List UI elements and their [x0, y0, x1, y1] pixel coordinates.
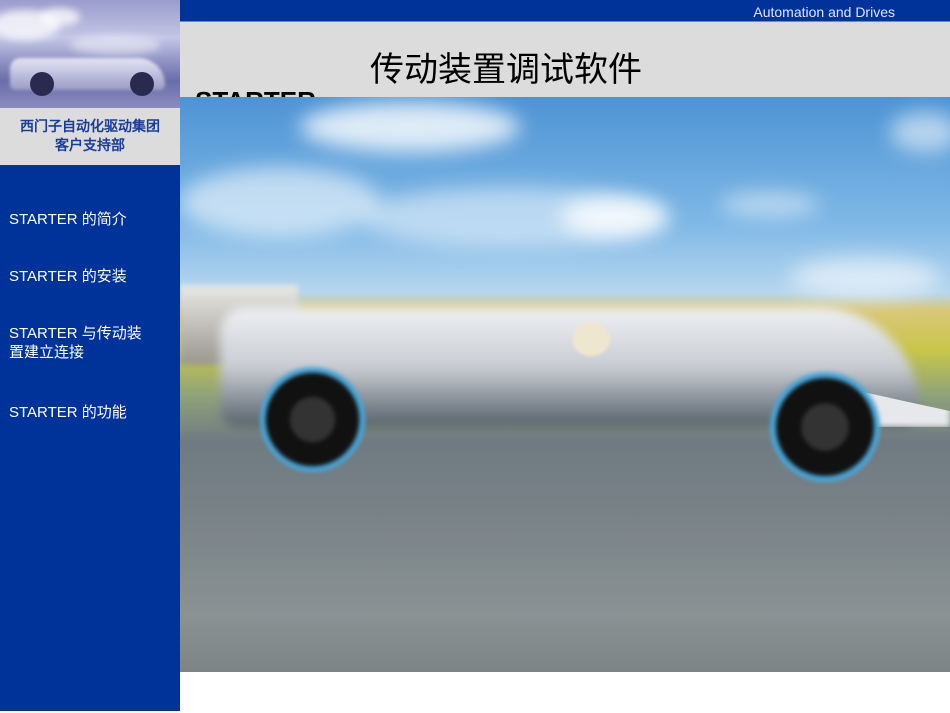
nav-item-intro[interactable]: STARTER 的简介: [9, 210, 127, 229]
department-name: 客户支持部: [55, 137, 125, 153]
company-name: 西门子自动化驱动集团: [20, 118, 160, 134]
race-car-thumbnail: [0, 0, 180, 108]
race-car-photo: [180, 97, 950, 672]
nav-item-connect[interactable]: STARTER 与传动装置建立连接: [9, 324, 149, 362]
company-label: 西门子自动化驱动集团 客户支持部: [0, 108, 180, 165]
sidebar: STARTER 的简介 STARTER 的安装 STARTER 与传动装置建立连…: [0, 165, 180, 711]
page-title: 传动装置调试软件: [370, 50, 642, 90]
nav-item-install[interactable]: STARTER 的安装: [9, 267, 127, 286]
top-bar: Automation and Drives: [180, 0, 950, 21]
title-band: 传动装置调试软件 STARTER: [180, 21, 950, 116]
nav-item-functions[interactable]: STARTER 的功能: [9, 403, 127, 422]
brand-label: Automation and Drives: [753, 4, 895, 20]
